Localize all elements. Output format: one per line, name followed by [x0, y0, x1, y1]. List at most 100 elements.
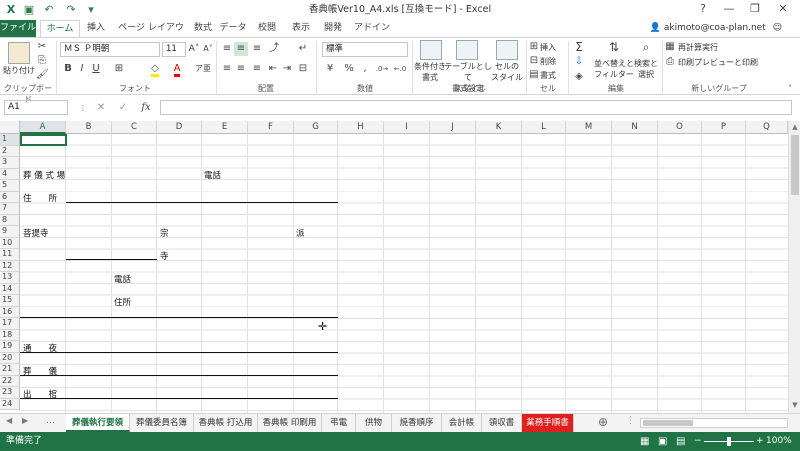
column-header[interactable]: Q [746, 121, 788, 134]
tab-developer[interactable]: 開発 [318, 20, 348, 37]
row-header[interactable]: 19 [0, 341, 20, 353]
prev-sheet-icon[interactable]: ◀ [6, 416, 12, 425]
grow-font-icon[interactable]: A˄ [188, 42, 200, 56]
row-header[interactable]: 3 [0, 157, 20, 169]
row-header[interactable]: 1 [0, 134, 20, 146]
sheet-tab[interactable]: 葬儀執行要領 [66, 414, 130, 432]
format-as-table-icon[interactable] [456, 40, 478, 60]
sheet-tab[interactable]: 葬儀委員名簿 [130, 414, 194, 432]
restore-button[interactable]: ❐ [742, 0, 768, 18]
more-sheets-icon[interactable]: … [46, 416, 55, 426]
active-cell-a1[interactable] [20, 134, 67, 146]
cell-d9[interactable]: 宗 [160, 227, 169, 239]
column-header[interactable]: F [248, 121, 294, 134]
sort-filter-button[interactable]: 並べ替えと フィルター [594, 58, 634, 80]
calculator-icon[interactable]: ▦ [664, 40, 676, 54]
row-header[interactable]: 24 [0, 398, 20, 410]
next-sheet-icon[interactable]: ▶ [22, 416, 28, 425]
add-sheet-icon[interactable]: ⊕ [598, 415, 608, 429]
zoom-slider[interactable] [704, 437, 754, 446]
phonetic-icon[interactable]: ア亜 [194, 62, 212, 76]
borders-icon[interactable]: ⊞ [110, 62, 128, 76]
delete-cells-icon[interactable]: ⊟ [528, 54, 540, 68]
print-preview-icon[interactable]: ⎙ [664, 55, 676, 69]
column-header[interactable]: H [338, 121, 384, 134]
bold-icon[interactable]: B [62, 62, 74, 76]
recalc-button[interactable]: 再計算実行 [678, 42, 758, 53]
font-name-select[interactable]: ＭＳ Ｐ明朝 [60, 42, 160, 57]
row-header[interactable]: 17 [0, 318, 20, 330]
shrink-font-icon[interactable]: A˅ [202, 42, 214, 56]
cell-styles-button[interactable]: セルの スタイル [488, 61, 526, 83]
tab-file[interactable]: ファイル [0, 20, 36, 37]
cell-e4[interactable]: 電話 [204, 169, 221, 181]
percent-icon[interactable]: % [342, 62, 356, 76]
align-bottom-icon[interactable]: ≡ [250, 42, 264, 56]
column-header[interactable]: D [157, 121, 202, 134]
delete-cells-button[interactable]: 削除 [540, 56, 564, 67]
insert-function-icon[interactable]: fx [138, 101, 154, 115]
column-header[interactable]: I [384, 121, 430, 134]
format-cells-icon[interactable]: ▤ [528, 68, 540, 82]
tab-home[interactable]: ホーム [40, 20, 80, 37]
row-header[interactable]: 12 [0, 260, 20, 272]
clear-icon[interactable]: ◈ [572, 70, 586, 84]
enter-icon[interactable]: ✓ [116, 101, 130, 115]
sheet-tab[interactable]: 弔電 [322, 414, 356, 432]
collapse-ribbon-icon[interactable]: ˄ [784, 82, 796, 96]
autosum-icon[interactable]: Σ [572, 40, 586, 54]
cell-styles-icon[interactable] [496, 40, 518, 60]
worksheet-grid[interactable]: A B C D E F G H I J K L M N O P Q 1 2 3 … [0, 121, 788, 413]
row-header[interactable]: 15 [0, 295, 20, 307]
row-header[interactable]: 2 [0, 145, 20, 157]
page-layout-view-icon[interactable]: ▣ [658, 432, 667, 451]
row-header[interactable]: 23 [0, 387, 20, 399]
currency-icon[interactable]: ¥ [322, 62, 338, 76]
row-header[interactable]: 18 [0, 329, 20, 341]
sheet-tab[interactable]: 香典帳 打込用 [194, 414, 258, 432]
font-color-icon[interactable]: A [168, 62, 186, 77]
column-header[interactable]: G [294, 121, 338, 134]
tab-insert[interactable]: 挿入 [82, 20, 110, 37]
cell-a9[interactable]: 菩提寺 [23, 227, 49, 239]
column-header[interactable]: E [202, 121, 248, 134]
zoom-slider-thumb[interactable] [727, 437, 731, 446]
row-header[interactable]: 13 [0, 272, 20, 284]
column-header[interactable]: B [66, 121, 112, 134]
row-header[interactable]: 7 [0, 203, 20, 215]
insert-cells-button[interactable]: 挿入 [540, 42, 564, 53]
name-box[interactable]: A1 [4, 100, 68, 115]
row-header[interactable]: 22 [0, 375, 20, 387]
tab-addins[interactable]: アドイン [352, 20, 392, 37]
scroll-down-icon[interactable]: ▼ [790, 401, 800, 409]
scroll-up-icon[interactable]: ▲ [790, 123, 800, 131]
cancel-icon[interactable]: ✕ [94, 101, 108, 115]
align-top-icon[interactable]: ≡ [220, 42, 234, 56]
decrease-indent-icon[interactable]: ⇤ [266, 62, 280, 76]
cell-a4[interactable]: 葬 儀 式 場 [23, 169, 65, 181]
align-center-icon[interactable]: ≡ [234, 62, 248, 76]
conditional-format-icon[interactable] [420, 40, 442, 60]
align-middle-icon[interactable]: ≡ [234, 42, 248, 56]
format-cells-button[interactable]: 書式 [540, 70, 564, 81]
tab-formulas[interactable]: 数式 [188, 20, 218, 37]
underline-icon[interactable]: U [90, 62, 102, 76]
row-header[interactable]: 21 [0, 364, 20, 376]
help-button[interactable]: ? [690, 0, 716, 18]
row-header[interactable]: 9 [0, 226, 20, 238]
wrap-text-icon[interactable]: ↵ [296, 42, 310, 56]
hscroll-thumb[interactable] [643, 420, 693, 426]
increase-decimal-icon[interactable]: .0→ [374, 62, 390, 76]
sheet-tab[interactable]: 焼香順序 [392, 414, 442, 432]
print-preview-button[interactable]: 印刷プレビューと印刷 [678, 57, 778, 68]
insert-cells-icon[interactable]: ⊞ [528, 40, 540, 54]
close-button[interactable]: ✕ [770, 0, 796, 18]
comma-icon[interactable]: , [358, 62, 372, 76]
font-size-select[interactable]: 11 [162, 42, 186, 57]
cell-d11[interactable]: 寺 [160, 250, 169, 262]
column-header[interactable]: L [522, 121, 566, 134]
cut-icon[interactable]: ✂ [36, 40, 48, 54]
tab-data[interactable]: データ [218, 20, 248, 37]
format-painter-icon[interactable]: 🖌 [36, 68, 49, 82]
column-header[interactable]: A [20, 121, 66, 134]
